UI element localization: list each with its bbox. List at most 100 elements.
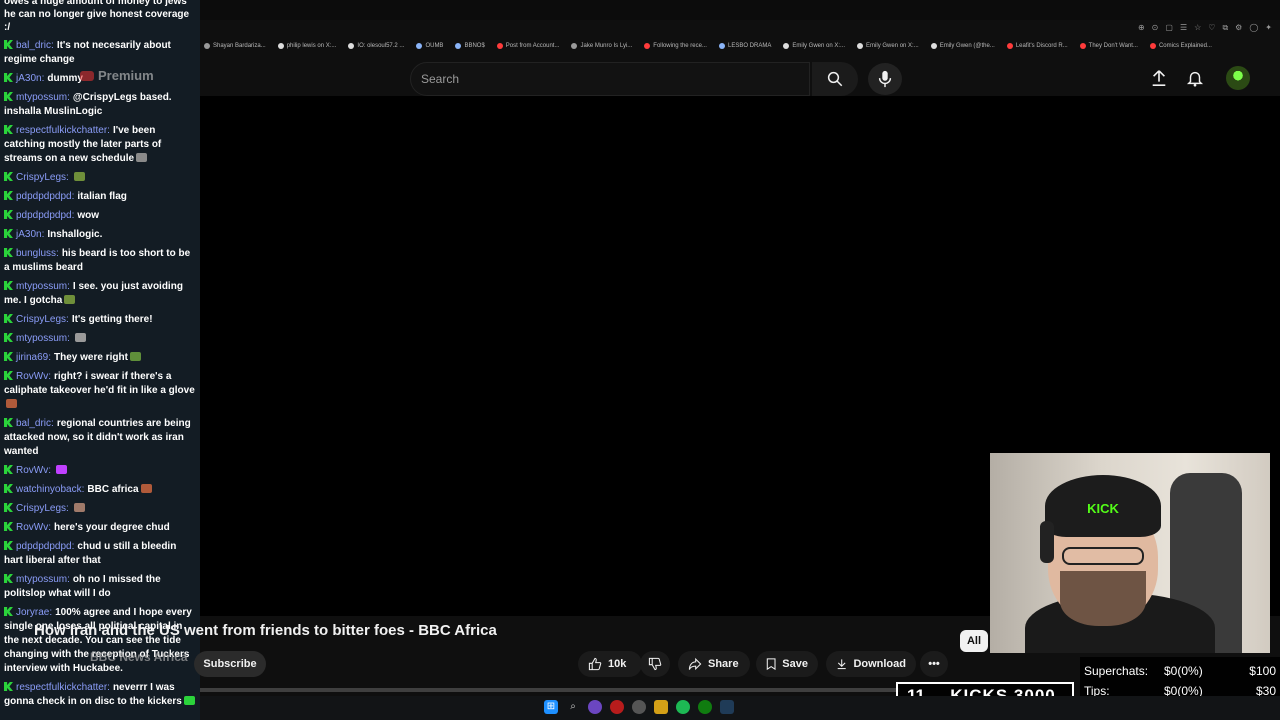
steam-icon[interactable] xyxy=(720,700,734,714)
chat-username[interactable]: pdpdpdpdpd: xyxy=(16,191,74,202)
kick-badge-icon xyxy=(4,371,13,380)
xbox-icon[interactable] xyxy=(698,700,712,714)
kick-cap-logo: KICK xyxy=(1087,501,1119,516)
chat-emote-icon xyxy=(6,399,17,408)
chat-username[interactable]: CrispyLegs: xyxy=(16,172,69,183)
chat-message: pdpdpdpdpd: chud u still a bleedin hart l… xyxy=(4,540,196,568)
kick-badge-icon xyxy=(4,352,13,361)
chat-username[interactable]: mtypossum: xyxy=(16,92,70,103)
copilot-icon[interactable]: ✦ xyxy=(1265,24,1272,32)
kick-badge-icon xyxy=(4,682,13,691)
download-button[interactable]: Download xyxy=(826,651,916,677)
chat-username[interactable]: jA30n: xyxy=(16,73,44,84)
chat-username[interactable]: mtypossum: xyxy=(16,281,70,292)
browser-icon[interactable] xyxy=(588,700,602,714)
webcam-feed: KICK xyxy=(990,453,1270,653)
upload-button[interactable] xyxy=(1147,66,1171,90)
bookmark-item[interactable]: BBNO$ xyxy=(455,43,485,49)
bookmark-item[interactable]: They Don't Want... xyxy=(1079,43,1138,49)
chat-username[interactable]: CrispyLegs: xyxy=(16,503,69,514)
bookmark-item[interactable]: IO: olesoul57.2 ... xyxy=(348,43,404,49)
chat-username[interactable]: RovWv: xyxy=(16,522,51,533)
bookmark-favicon-icon xyxy=(204,43,210,49)
chat-username[interactable]: jA30n: xyxy=(16,229,44,240)
chat-username[interactable]: pdpdpdpdpd: xyxy=(16,541,74,552)
bookmark-item[interactable]: Post from Account... xyxy=(496,43,559,49)
chat-username[interactable]: bal_dric: xyxy=(16,418,54,429)
file-explorer-icon[interactable] xyxy=(654,700,668,714)
settings-icon[interactable]: ⚙ xyxy=(1235,24,1242,32)
chat-panel: owes a huge amount of money to jews he c… xyxy=(0,0,200,720)
bookmark-save-icon xyxy=(766,658,776,671)
bookmark-label: Emily Gwen on X:... xyxy=(792,43,846,49)
taskbar-search-icon[interactable]: ⌕ xyxy=(566,700,580,714)
chat-message: CrispyLegs: xyxy=(4,171,196,185)
bookmark-icon[interactable]: ☆ xyxy=(1194,24,1201,32)
windows-start-icon[interactable]: ⊞ xyxy=(544,700,558,714)
chat-message: jirina69: They were right xyxy=(4,351,196,365)
extension-icon[interactable]: ⊙ xyxy=(1152,24,1159,32)
chat-username[interactable]: bal_dric: xyxy=(16,40,54,51)
chat-username[interactable]: RovWv: xyxy=(16,465,51,476)
microphone-icon xyxy=(878,70,892,88)
chat-username[interactable]: CrispyLegs: xyxy=(16,314,69,325)
bookmark-item[interactable]: Shayan Bardariza... xyxy=(204,43,266,49)
save-button[interactable]: Save xyxy=(756,651,818,677)
profile-icon[interactable]: ◯ xyxy=(1249,24,1258,32)
chat-username[interactable]: Joryrae: xyxy=(16,607,52,618)
bookmark-item[interactable]: philip lewis on X:... xyxy=(277,43,337,49)
chat-username[interactable]: mtypossum: xyxy=(16,333,70,344)
opera-icon[interactable] xyxy=(610,700,624,714)
bookmark-item[interactable]: Following the rece... xyxy=(644,43,707,49)
subscribe-button[interactable]: Subscribe xyxy=(194,651,266,677)
search-box[interactable] xyxy=(410,62,810,96)
bookmark-item[interactable]: Comics Explained... xyxy=(1149,43,1212,49)
bookmark-item[interactable]: Emily Gwen (@the... xyxy=(930,43,995,49)
obs-icon[interactable] xyxy=(632,700,646,714)
filter-chip-all[interactable]: All xyxy=(960,630,988,652)
bookmark-item[interactable]: LESBO DRAMA xyxy=(718,43,771,49)
kick-badge-icon xyxy=(4,248,13,257)
collections-icon[interactable]: ⧉ xyxy=(1222,24,1228,32)
bookmark-item[interactable]: Emily Gwen on X:... xyxy=(783,43,845,49)
bookmark-item[interactable]: Leafit's Discord R... xyxy=(1006,43,1068,49)
chat-username[interactable]: respectfulkickchatter: xyxy=(16,682,110,693)
bookmark-item[interactable]: OUMB xyxy=(416,43,443,49)
chat-username[interactable]: RovWv: xyxy=(16,371,51,382)
chat-username[interactable]: pdpdpdpdpd: xyxy=(16,210,74,221)
bookmark-label: OUMB xyxy=(425,43,444,49)
bookmark-item[interactable]: Emily Gwen on X:... xyxy=(857,43,919,49)
kick-badge-icon xyxy=(4,484,13,493)
share-button[interactable]: Share xyxy=(678,651,750,677)
bookmark-item[interactable]: Jake Munro Is Lyi... xyxy=(571,43,632,49)
kick-badge-icon xyxy=(4,314,13,323)
favorites-icon[interactable]: ♡ xyxy=(1208,24,1215,32)
chat-username[interactable]: bungluss: xyxy=(16,248,59,259)
bookmark-label: Emily Gwen on X:... xyxy=(866,43,919,49)
account-avatar[interactable] xyxy=(1226,66,1250,90)
chat-username[interactable]: mtypossum: xyxy=(16,574,70,585)
search-input[interactable] xyxy=(421,72,809,86)
more-actions-button[interactable]: ••• xyxy=(920,651,948,677)
chat-message: mtypossum: I see. you just avoiding me. I… xyxy=(4,280,196,308)
channel-name[interactable]: BBC News Africa xyxy=(90,650,188,664)
zoom-icon[interactable]: ⊕ xyxy=(1138,24,1145,32)
bookmark-label: philip lewis on X:... xyxy=(286,43,337,49)
spotify-icon[interactable] xyxy=(676,700,690,714)
chat-username[interactable]: jirina69: xyxy=(16,352,51,363)
notifications-button[interactable] xyxy=(1183,66,1207,90)
reader-icon[interactable]: ☰ xyxy=(1180,24,1187,32)
video-progress-bar[interactable] xyxy=(200,688,900,692)
stat-value: $0(0%) xyxy=(1164,664,1203,678)
screenshot-icon[interactable]: ▢ xyxy=(1165,24,1173,32)
youtube-premium-logo[interactable]: Premium xyxy=(80,68,154,83)
dislike-button[interactable] xyxy=(640,651,670,677)
browser-toolbar-icons: ⊕ ⊙ ▢ ☰ ☆ ♡ ⧉ ⚙ ◯ ✦ xyxy=(1138,24,1272,32)
voice-search-button[interactable] xyxy=(868,63,902,95)
chat-username[interactable]: watchinyoback: xyxy=(16,484,84,495)
like-button[interactable]: 10k xyxy=(578,651,642,677)
search-button[interactable] xyxy=(812,62,858,96)
chat-username[interactable]: respectfulkickchatter: xyxy=(16,125,110,136)
chat-message: bal_dric: It's not necesarily about regim… xyxy=(4,39,196,67)
search-icon xyxy=(827,71,843,87)
